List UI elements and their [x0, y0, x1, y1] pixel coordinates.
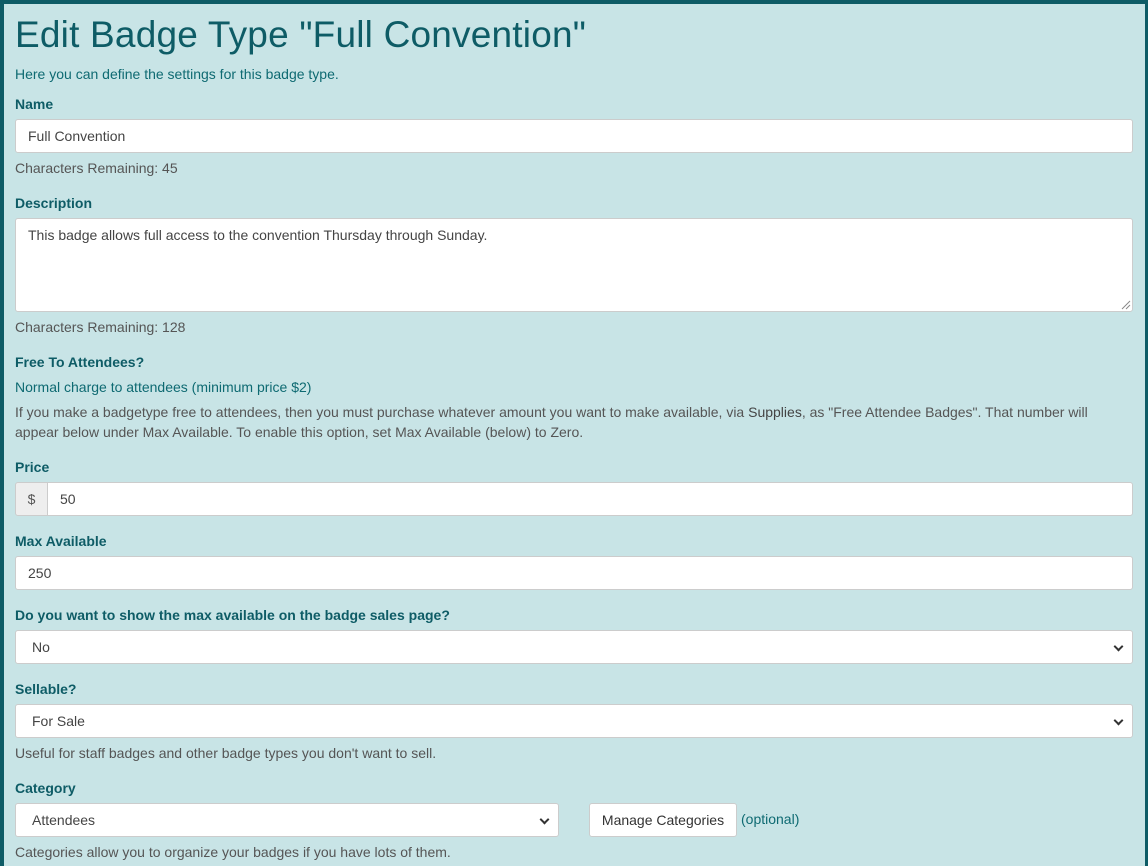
category-label: Category [15, 780, 76, 796]
category-help: Categories allow you to organize your ba… [15, 844, 451, 860]
description-chars-remaining: Characters Remaining: 128 [15, 319, 186, 335]
sellable-help: Useful for staff badges and other badge … [15, 745, 437, 761]
name-label: Name [15, 96, 54, 112]
category-select[interactable]: Attendees [15, 803, 559, 837]
page-title: Edit Badge Type "Full Convention" [15, 14, 587, 55]
description-label: Description [15, 195, 93, 211]
chevron-down-icon [528, 804, 558, 836]
manage-categories-button[interactable]: Manage Categories [589, 803, 737, 837]
free-help-text: If you make a badgetype free to attendee… [15, 404, 749, 420]
max-available-input[interactable]: 250 [15, 556, 1133, 590]
description-text: This badge allows full access to the con… [28, 227, 488, 243]
chevron-down-icon [1102, 705, 1132, 737]
description-textarea[interactable]: This badge allows full access to the con… [15, 218, 1133, 312]
price-input[interactable]: 50 [47, 482, 1133, 516]
sellable-label: Sellable? [15, 681, 77, 697]
chevron-down-icon [1102, 631, 1132, 663]
free-help-text-3: appear below under Max Available. To ena… [15, 424, 584, 440]
category-value: Attendees [32, 812, 96, 828]
show-max-value: No [32, 639, 50, 655]
free-help-text-2: , as "Free Attendee Badges". That number… [801, 404, 1088, 420]
sellable-value: For Sale [32, 713, 85, 729]
name-chars-remaining: Characters Remaining: 45 [15, 160, 178, 176]
max-available-label: Max Available [15, 533, 107, 549]
category-optional-note: (optional) [741, 811, 800, 827]
resize-handle-icon[interactable] [1121, 300, 1131, 310]
free-help: If you make a badgetype free to attendee… [15, 402, 1115, 442]
price-label: Price [15, 459, 50, 475]
show-max-select[interactable]: No [15, 630, 1133, 664]
free-value: Normal charge to attendees (minimum pric… [15, 379, 312, 395]
show-max-label: Do you want to show the max available on… [15, 607, 450, 623]
supplies-link[interactable]: Supplies [748, 404, 802, 420]
free-label: Free To Attendees? [15, 354, 145, 370]
page-intro: Here you can define the settings for thi… [15, 66, 339, 82]
sellable-select[interactable]: For Sale [15, 704, 1133, 738]
name-input[interactable]: Full Convention [15, 119, 1133, 153]
currency-addon: $ [15, 482, 48, 516]
